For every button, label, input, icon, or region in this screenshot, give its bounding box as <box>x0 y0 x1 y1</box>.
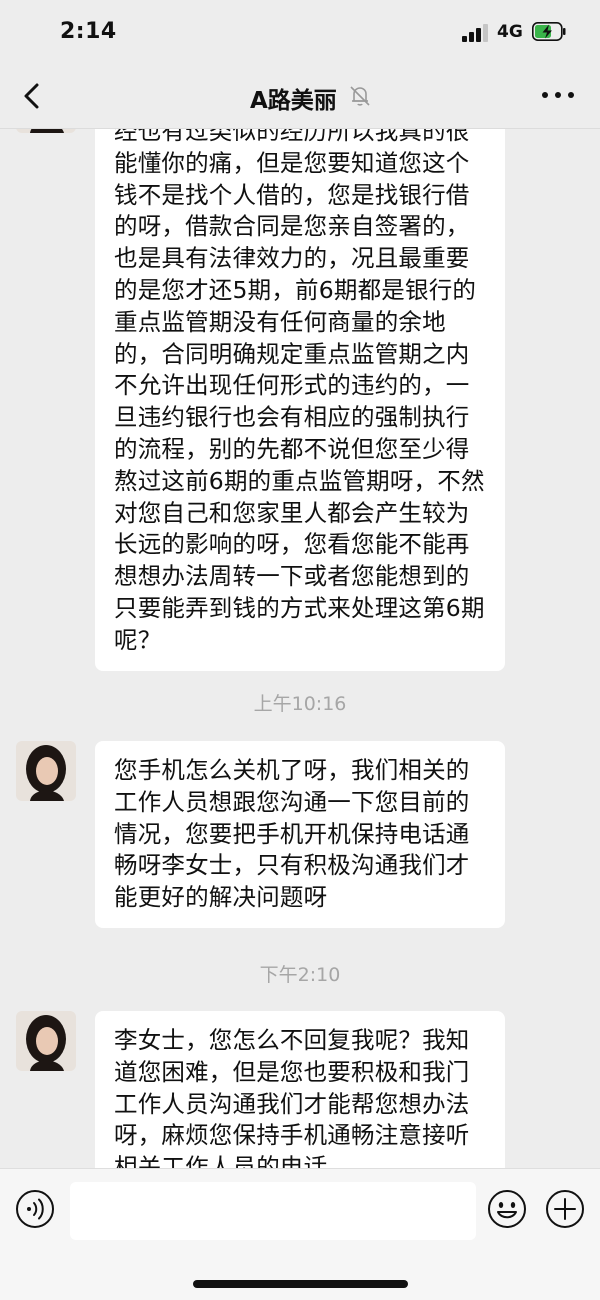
back-icon[interactable] <box>18 80 46 112</box>
mute-icon <box>350 86 370 106</box>
chat-title: A路美丽 <box>250 88 337 114</box>
home-indicator[interactable] <box>193 1280 408 1288</box>
message-bubble[interactable]: 李女士，您怎么不回复我呢？我知道您困难，但是您也要积极和我门工作人员沟通我们才能… <box>95 1011 505 1169</box>
avatar[interactable] <box>16 129 76 133</box>
message-input[interactable] <box>70 1182 476 1240</box>
more-icon[interactable] <box>542 92 574 102</box>
message-bubble[interactable]: 您手机怎么关机了呀，我们相关的工作人员想跟您沟通一下您目前的情况，您要把手机开机… <box>95 741 505 928</box>
plus-icon[interactable] <box>545 1189 585 1229</box>
message-text: 您手机怎么关机了呀，我们相关的工作人员想跟您沟通一下您目前的情况，您要把手机开机… <box>114 756 470 912</box>
message-text: 李女士，您怎么不回复我呢？我知道您困难，但是您也要积极和我门工作人员沟通我们才能… <box>114 1026 470 1169</box>
avatar-image <box>16 129 76 133</box>
avatar-image <box>16 741 76 801</box>
message-time: 上午10:16 <box>253 693 347 715</box>
voice-icon[interactable] <box>15 1189 55 1229</box>
message-time: 下午2:10 <box>259 964 341 986</box>
status-bar: 2:14 4G <box>0 0 600 66</box>
status-time: 2:14 <box>60 19 117 44</box>
chat-header: A路美丽 <box>0 66 600 129</box>
message-bubble[interactable]: 经也有过类似的经历所以我真的很能懂你的痛，但是您要知道您这个钱不是找个人借的，您… <box>95 129 505 671</box>
avatar-image <box>16 1011 76 1071</box>
signal-icon <box>462 24 490 42</box>
avatar[interactable] <box>16 1011 76 1071</box>
emoji-icon[interactable] <box>487 1189 527 1229</box>
network-type: 4G <box>497 22 523 42</box>
battery-icon <box>532 22 566 41</box>
message-list[interactable]: 经也有过类似的经历所以我真的很能懂你的痛，但是您要知道您这个钱不是找个人借的，您… <box>0 129 600 1169</box>
title-group: A路美丽 <box>250 81 337 114</box>
avatar[interactable] <box>16 741 76 801</box>
input-bar <box>0 1168 600 1300</box>
message-text: 经也有过类似的经历所以我真的很能懂你的痛，但是您要知道您这个钱不是找个人借的，您… <box>114 129 485 654</box>
